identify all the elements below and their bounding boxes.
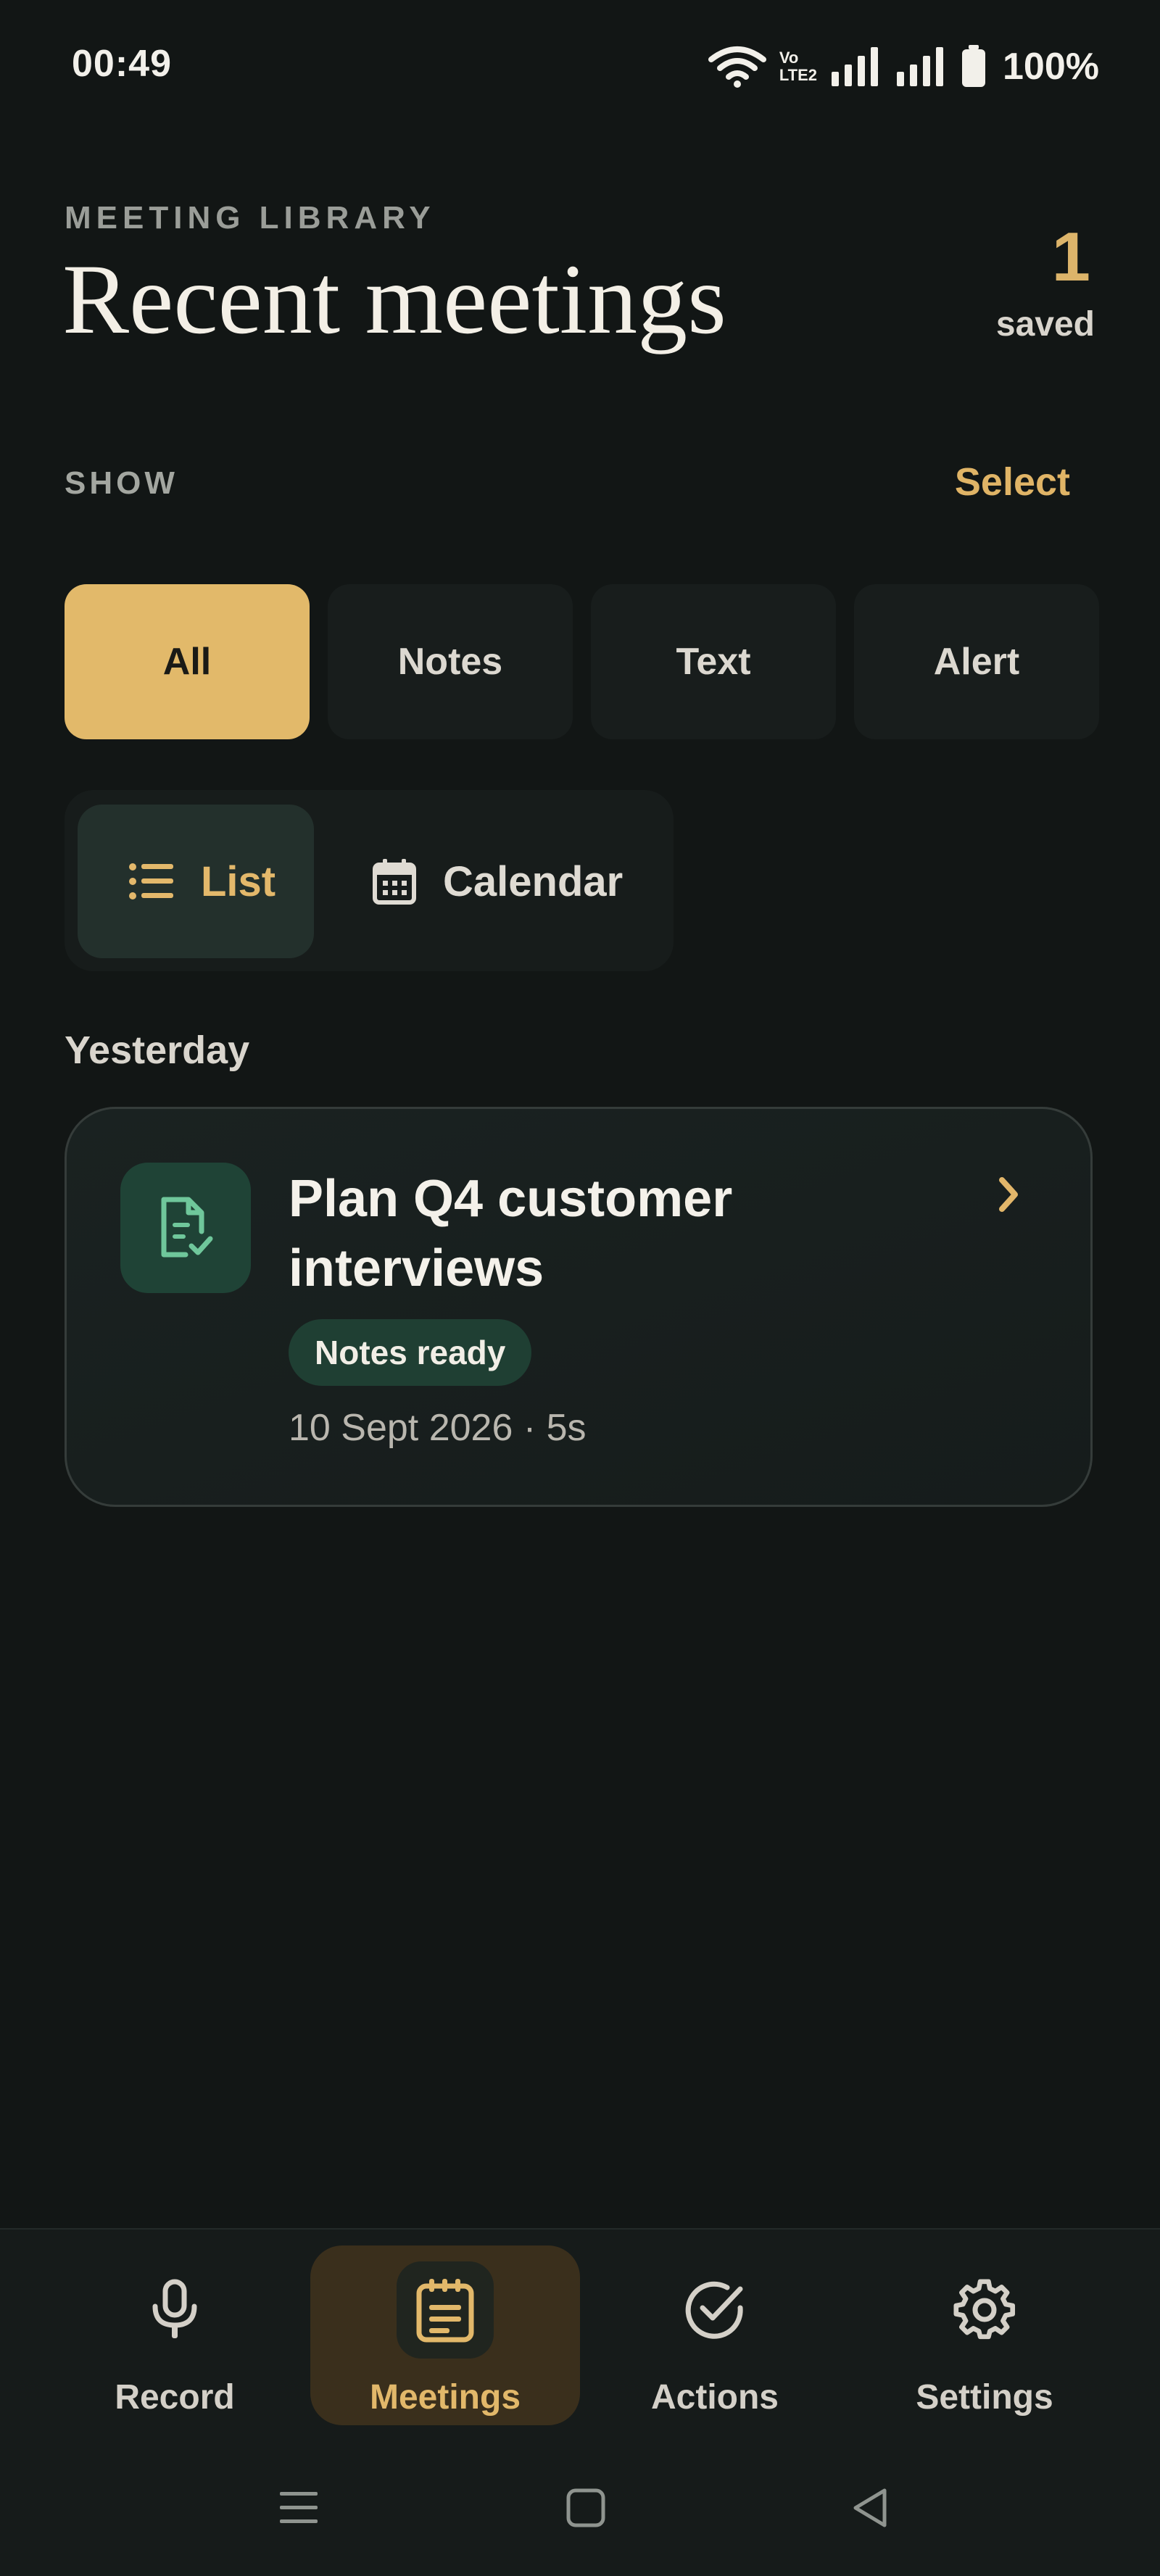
filter-chip-notes[interactable]: Notes [328,584,573,739]
nav-settings[interactable]: Settings [850,2245,1119,2425]
signal-icon [832,47,878,86]
page-title: Recent meetings [62,244,726,354]
signal-icon [897,47,943,86]
meeting-meta: 10 Sept 2026 · 5s [289,1407,587,1449]
view-toggle: List Calendar [65,790,674,971]
calendar-view-label: Calendar [443,857,624,905]
document-check-icon [120,1163,251,1293]
gear-icon [936,2261,1033,2359]
section-eyebrow: MEETING LIBRARY [65,200,436,236]
recent-apps-icon[interactable] [278,2486,319,2530]
status-badge: Notes ready [289,1319,532,1386]
chevron-right-icon [999,1177,1018,1212]
nav-label: Actions [650,2378,779,2417]
home-icon[interactable] [566,2486,606,2530]
section-heading: Yesterday [65,1029,250,1072]
meeting-title: Plan Q4 customer interviews [289,1170,733,1297]
filter-chip-text[interactable]: Text [591,584,836,739]
microphone-icon [126,2261,223,2359]
nav-meetings[interactable]: Meetings [310,2245,580,2425]
back-icon[interactable] [850,2486,890,2530]
volte-icon: Vo LTE2 [779,49,817,84]
list-view-button[interactable]: List [78,805,314,958]
nav-label: Meetings [369,2378,521,2417]
filter-chip-all[interactable]: All [65,584,310,739]
calendar-icon [373,859,416,905]
filter-chip-alert[interactable]: Alert [854,584,1099,739]
calendar-view-button[interactable]: Calendar [372,805,662,958]
saved-label: saved [995,305,1095,344]
saved-count: 1 [1051,218,1090,296]
nav-actions[interactable]: Actions [580,2245,850,2425]
nav-record[interactable]: Record [40,2245,310,2425]
meeting-card[interactable]: Plan Q4 customer interviews Notes ready … [65,1107,1093,1507]
system-nav-bar [0,2464,1160,2551]
status-icons: Vo LTE2 100% [708,38,1099,96]
filter-chips: All Notes Text Alert [65,584,1099,739]
nav-label: Settings [916,2378,1053,2417]
check-circle-icon [666,2261,763,2359]
list-icon [129,863,173,899]
show-label: SHOW [65,465,178,501]
volte-top: Vo [779,49,799,67]
list-view-label: List [201,857,276,905]
wifi-icon [708,46,766,88]
status-time: 00:49 [72,43,172,85]
volte-bottom: LTE2 [779,66,817,84]
select-button[interactable]: Select [955,460,1070,504]
nav-label: Record [115,2378,235,2417]
battery-icon [962,45,985,87]
battery-percent: 100% [1003,46,1099,88]
notepad-icon [397,2261,494,2359]
